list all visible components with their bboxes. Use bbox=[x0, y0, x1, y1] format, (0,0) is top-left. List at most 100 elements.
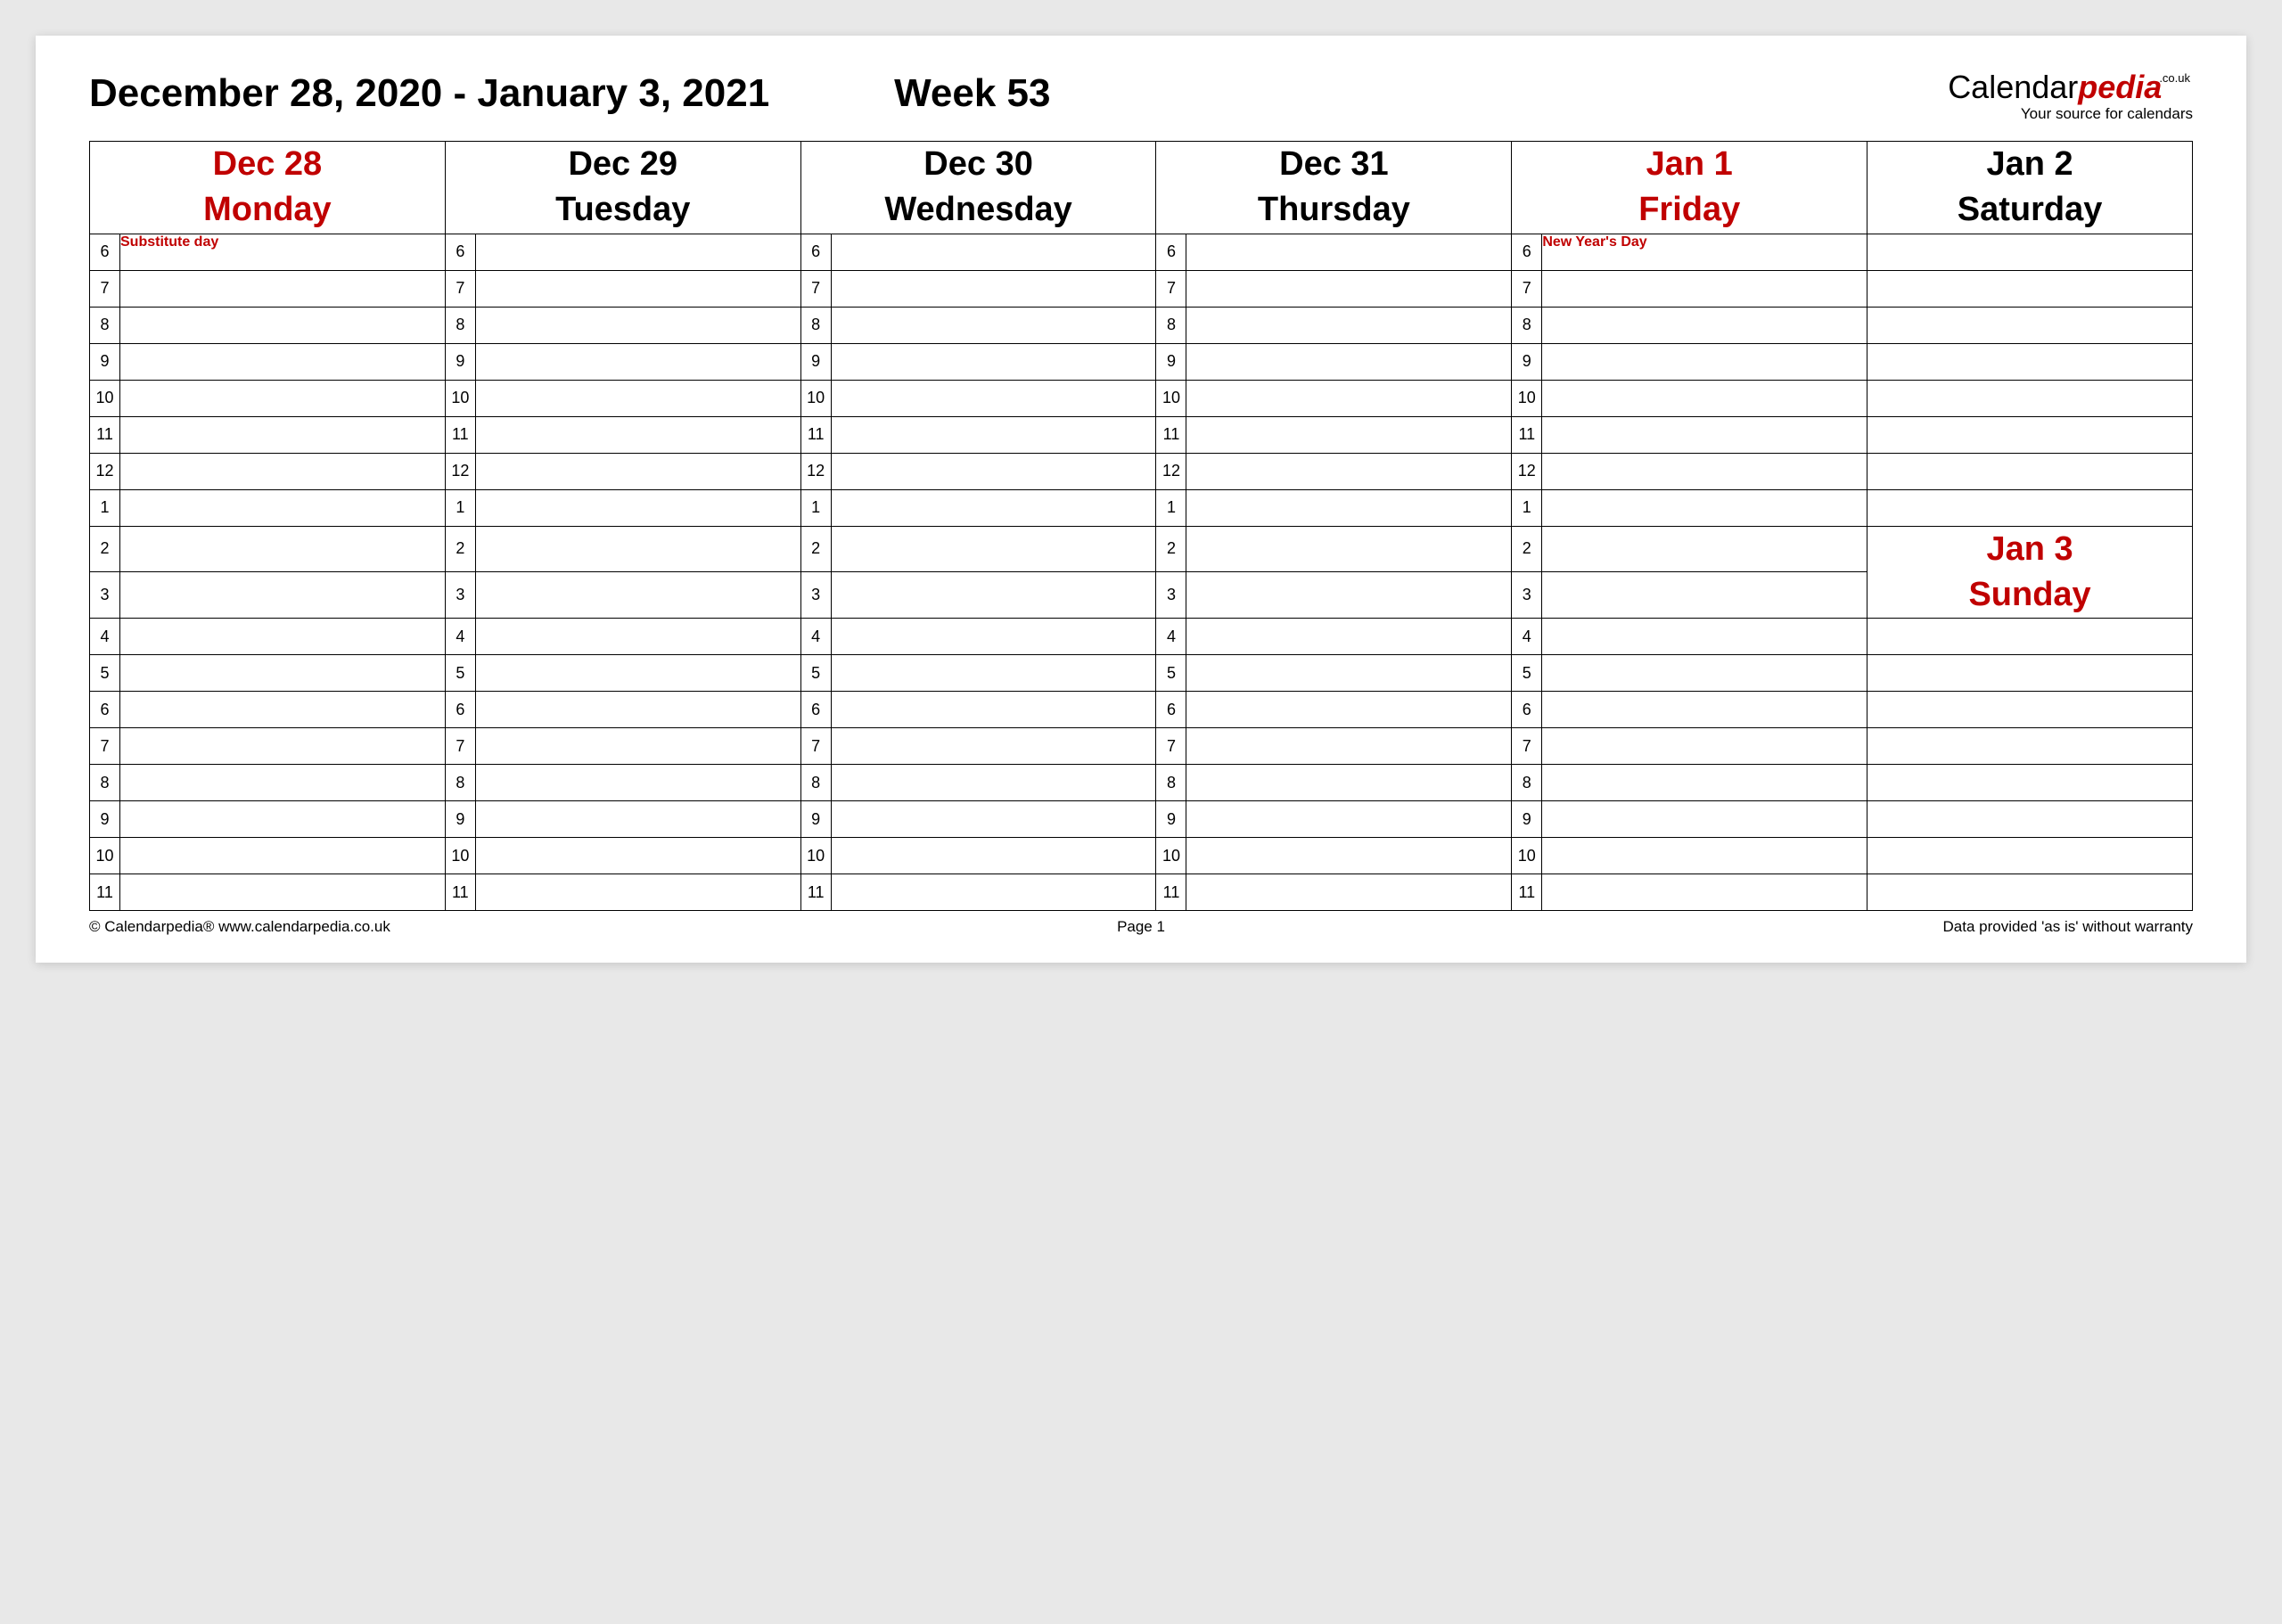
day-date: Dec 29 bbox=[568, 145, 677, 183]
time-slot bbox=[1542, 453, 1867, 489]
hour-row: 11111 bbox=[90, 489, 2193, 526]
hour-label: 1 bbox=[445, 489, 475, 526]
hour-label: 11 bbox=[1156, 416, 1186, 453]
hour-label: 10 bbox=[800, 838, 831, 874]
time-slot bbox=[1542, 343, 1867, 380]
day-weekday: Thursday bbox=[1258, 191, 1410, 228]
time-slot bbox=[475, 655, 800, 692]
hour-label: 9 bbox=[90, 343, 120, 380]
hour-label: 12 bbox=[90, 453, 120, 489]
time-slot bbox=[831, 765, 1156, 801]
hour-label: 7 bbox=[1512, 270, 1542, 307]
time-slot bbox=[831, 572, 1156, 619]
brand-tagline: Your source for calendars bbox=[1948, 105, 2193, 123]
hour-row: 55555 bbox=[90, 655, 2193, 692]
hour-label: 5 bbox=[445, 655, 475, 692]
time-slot bbox=[1542, 489, 1867, 526]
time-slot bbox=[475, 270, 800, 307]
hour-label: 4 bbox=[1156, 619, 1186, 655]
hour-label: 6 bbox=[445, 234, 475, 270]
time-slot bbox=[831, 489, 1156, 526]
time-slot bbox=[1186, 416, 1512, 453]
time-slot bbox=[1542, 270, 1867, 307]
weekend-slot-sat bbox=[1867, 453, 2193, 489]
hour-label: 7 bbox=[445, 270, 475, 307]
weekend-slot-sun bbox=[1867, 801, 2193, 838]
weekend-slot-sat bbox=[1867, 489, 2193, 526]
time-slot bbox=[1542, 380, 1867, 416]
hour-label: 9 bbox=[1512, 801, 1542, 838]
hour-label: 11 bbox=[90, 416, 120, 453]
time-slot bbox=[120, 380, 446, 416]
day-header-tue: Dec 29 Tuesday bbox=[445, 142, 800, 234]
weekend-slot-sat bbox=[1867, 234, 2193, 270]
time-slot bbox=[120, 619, 446, 655]
time-slot bbox=[475, 692, 800, 728]
hour-row: 77777 bbox=[90, 270, 2193, 307]
time-slot: Substitute day bbox=[120, 234, 446, 270]
time-slot bbox=[1542, 416, 1867, 453]
hour-row: 22222Jan 3Sunday bbox=[90, 526, 2193, 572]
hour-label: 8 bbox=[445, 307, 475, 343]
time-slot: New Year's Day bbox=[1542, 234, 1867, 270]
time-slot bbox=[1186, 765, 1512, 801]
hour-label: 7 bbox=[90, 270, 120, 307]
hour-label: 9 bbox=[90, 801, 120, 838]
hour-label: 1 bbox=[1156, 489, 1186, 526]
hour-label: 6 bbox=[1156, 692, 1186, 728]
brand-text-2: pedia bbox=[2078, 69, 2162, 105]
time-slot bbox=[831, 728, 1156, 765]
hour-label: 2 bbox=[445, 526, 475, 572]
time-slot bbox=[831, 619, 1156, 655]
time-slot bbox=[1186, 270, 1512, 307]
time-slot bbox=[475, 874, 800, 911]
time-slot bbox=[1542, 874, 1867, 911]
time-slot bbox=[831, 692, 1156, 728]
hour-label: 9 bbox=[800, 343, 831, 380]
weekend-slot-sun bbox=[1867, 838, 2193, 874]
time-slot bbox=[120, 343, 446, 380]
weekend-slot-sun bbox=[1867, 728, 2193, 765]
hour-label: 12 bbox=[1512, 453, 1542, 489]
hour-label: 9 bbox=[1156, 801, 1186, 838]
hour-label: 8 bbox=[800, 765, 831, 801]
day-header-sun: Jan 3Sunday bbox=[1867, 526, 2193, 619]
time-slot bbox=[831, 343, 1156, 380]
hour-row: 88888 bbox=[90, 765, 2193, 801]
time-slot bbox=[1542, 619, 1867, 655]
hour-label: 9 bbox=[445, 801, 475, 838]
time-slot bbox=[120, 270, 446, 307]
footer-right: Data provided 'as is' without warranty bbox=[1491, 918, 2193, 936]
day-header-sat: Jan 2 Saturday bbox=[1867, 142, 2193, 234]
hour-row: 1010101010 bbox=[90, 838, 2193, 874]
hour-row: 66666 bbox=[90, 692, 2193, 728]
time-slot bbox=[831, 655, 1156, 692]
time-slot bbox=[1186, 874, 1512, 911]
hour-label: 6 bbox=[800, 692, 831, 728]
time-slot bbox=[475, 801, 800, 838]
day-weekday: Sunday bbox=[1968, 576, 2090, 613]
hour-label: 6 bbox=[1512, 234, 1542, 270]
time-slot bbox=[1186, 801, 1512, 838]
hour-label: 8 bbox=[800, 307, 831, 343]
time-slot bbox=[475, 572, 800, 619]
hour-label: 6 bbox=[90, 234, 120, 270]
hour-label: 4 bbox=[1512, 619, 1542, 655]
hour-label: 3 bbox=[1512, 572, 1542, 619]
hour-label: 9 bbox=[1156, 343, 1186, 380]
time-slot bbox=[1186, 692, 1512, 728]
time-slot bbox=[1542, 801, 1867, 838]
hour-label: 3 bbox=[90, 572, 120, 619]
time-slot bbox=[1542, 526, 1867, 572]
header-row: Dec 28 Monday Dec 29 Tuesday Dec 30 Wedn… bbox=[90, 142, 2193, 234]
hour-row: 6Substitute day6666New Year's Day bbox=[90, 234, 2193, 270]
hour-row: 77777 bbox=[90, 728, 2193, 765]
time-slot bbox=[475, 343, 800, 380]
week-label: Week 53 bbox=[894, 71, 1948, 116]
day-date: Jan 2 bbox=[1986, 145, 2073, 183]
hour-label: 10 bbox=[1512, 838, 1542, 874]
day-weekday: Wednesday bbox=[884, 191, 1071, 228]
day-weekday: Tuesday bbox=[555, 191, 690, 228]
brand-text-1: Calendar bbox=[1948, 69, 2078, 105]
hour-label: 12 bbox=[445, 453, 475, 489]
